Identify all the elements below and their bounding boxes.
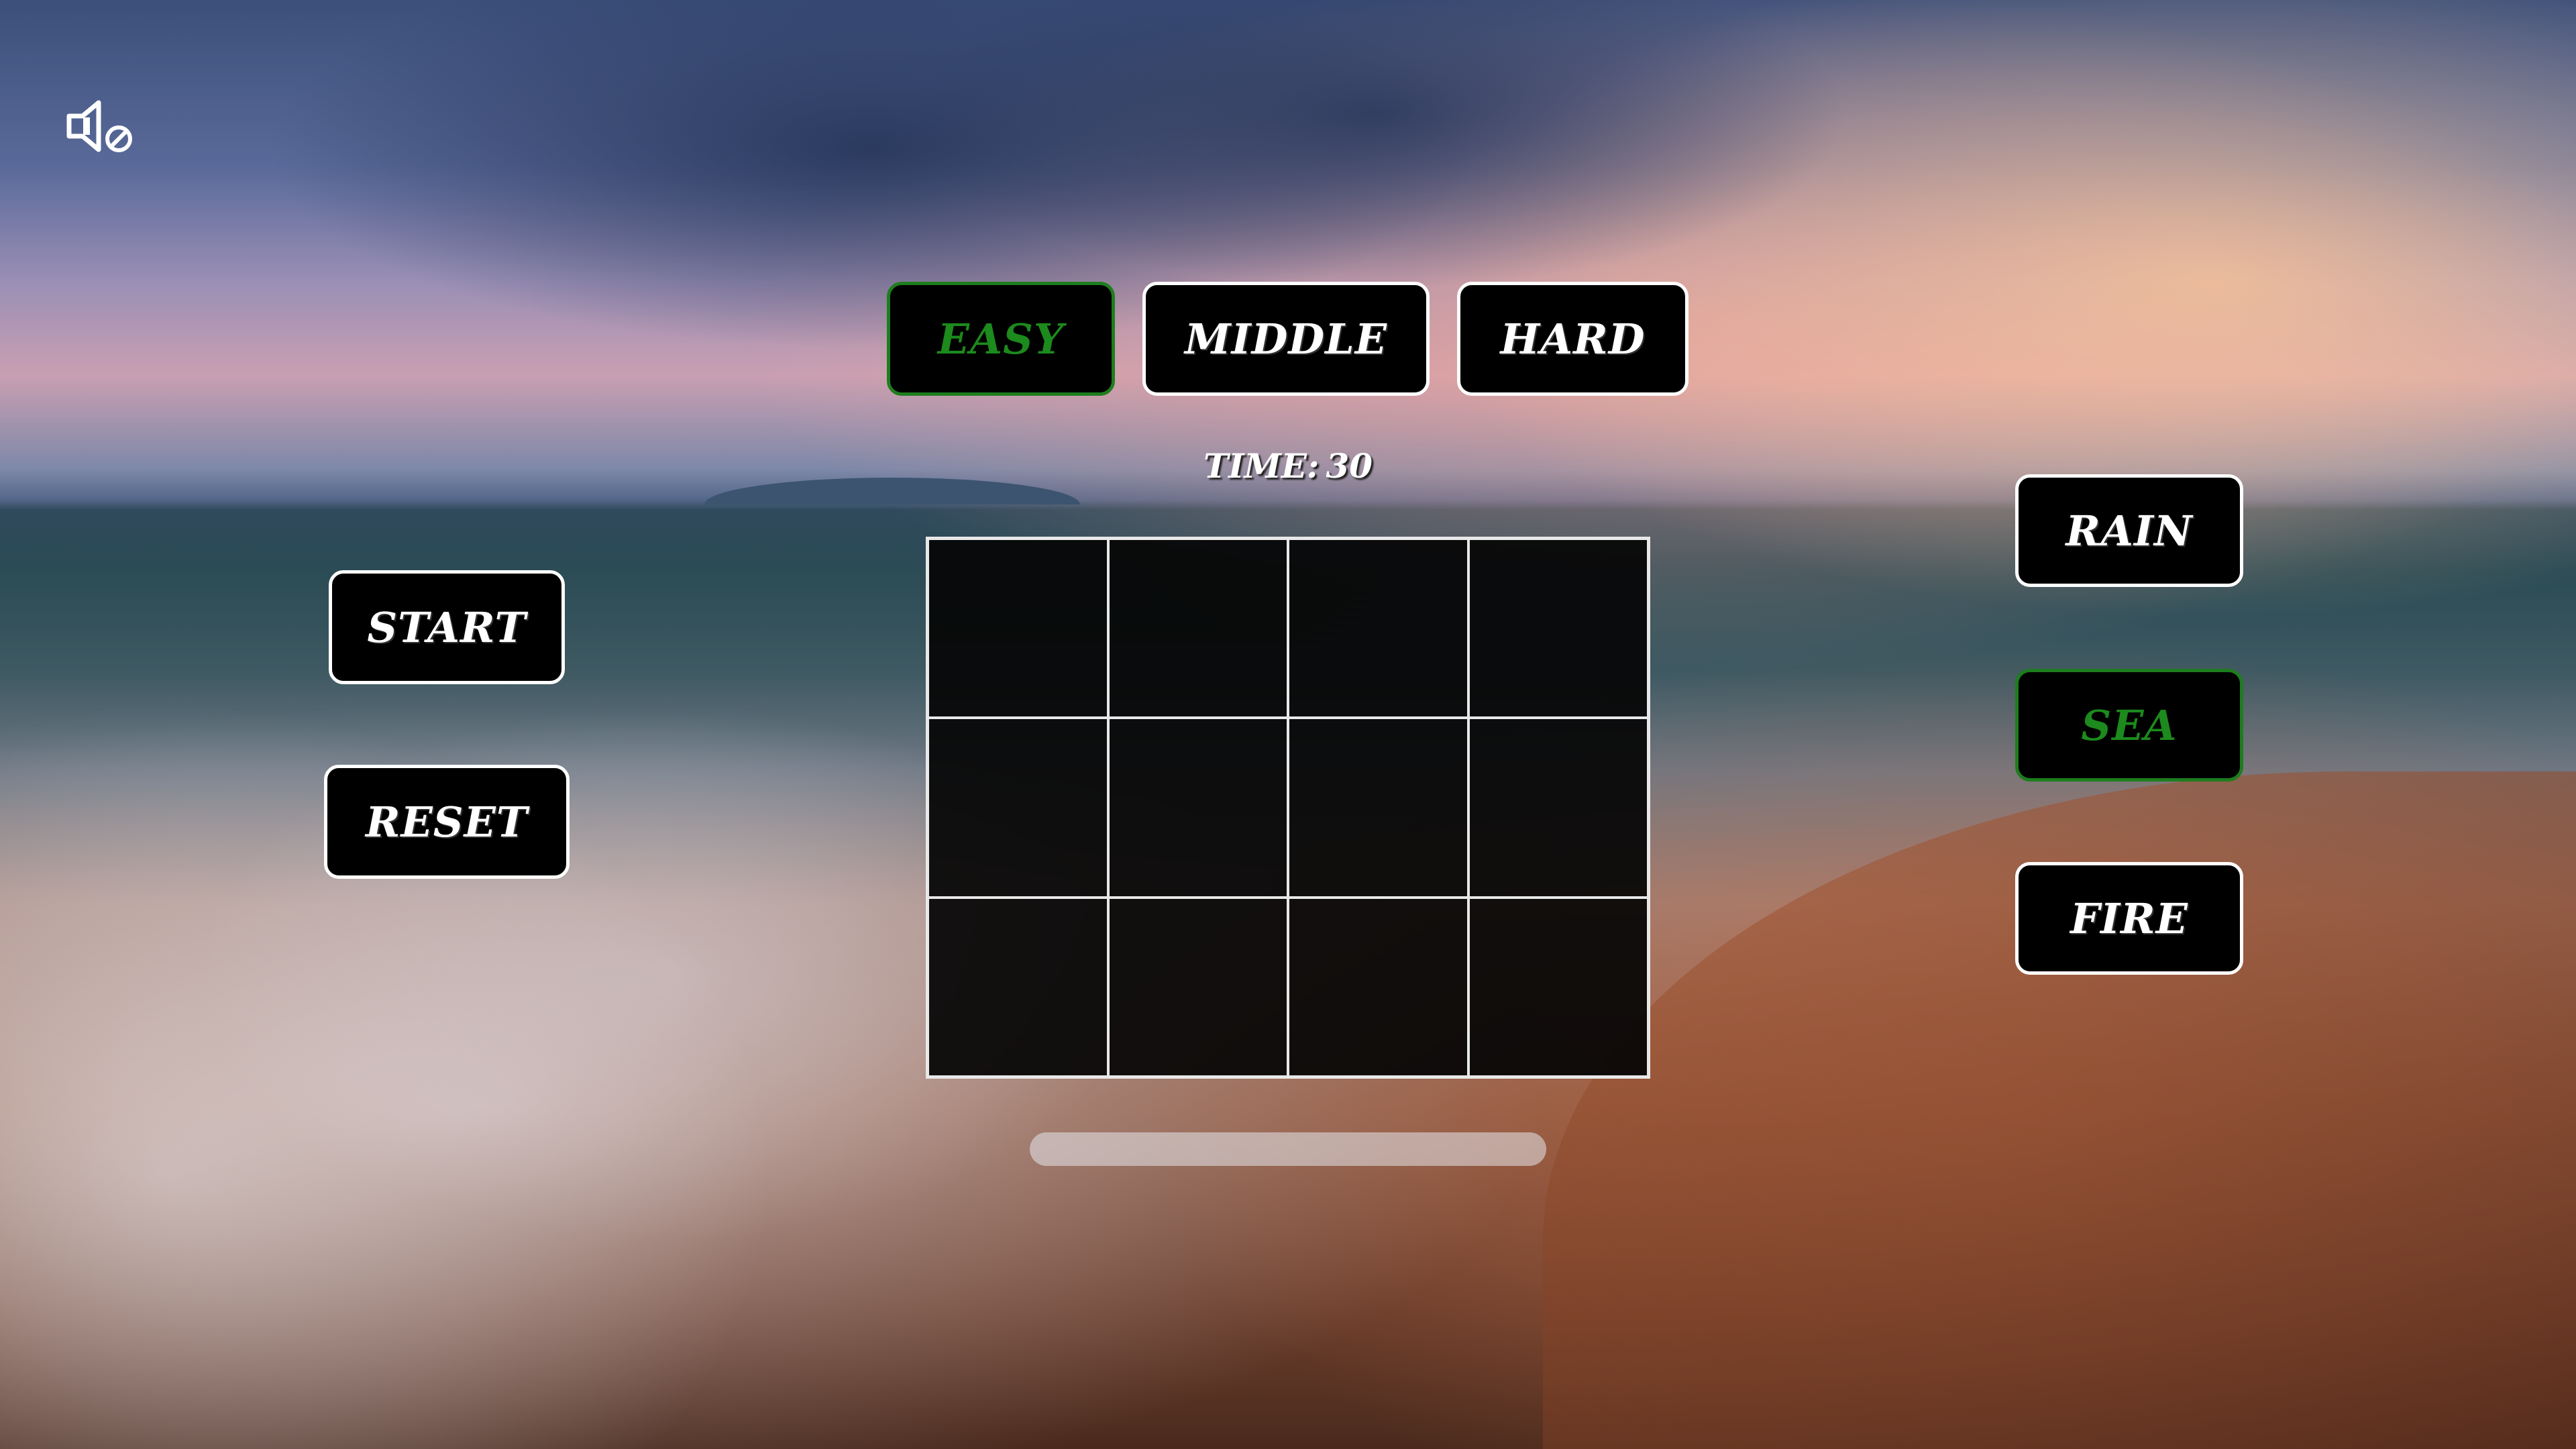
puzzle-tile[interactable] (928, 897, 1108, 1077)
timer-display: TIME: 30 (1154, 446, 1422, 486)
puzzle-tile[interactable] (1468, 539, 1648, 718)
start-button[interactable]: START (329, 570, 565, 684)
theme-fire-button[interactable]: FIRE (2015, 862, 2243, 975)
timer-label: TIME: (1203, 446, 1320, 486)
puzzle-tile[interactable] (1108, 539, 1288, 718)
puzzle-tile[interactable] (1288, 539, 1468, 718)
theme-rain-button[interactable]: RAIN (2015, 474, 2243, 587)
puzzle-tile[interactable] (1288, 718, 1468, 898)
puzzle-tile[interactable] (1108, 897, 1288, 1077)
difficulty-easy-button[interactable]: EASY (887, 282, 1115, 396)
puzzle-tile[interactable] (1468, 897, 1648, 1077)
puzzle-tile[interactable] (1288, 897, 1468, 1077)
progress-bar (1030, 1132, 1546, 1166)
difficulty-hard-button[interactable]: HARD (1457, 282, 1688, 396)
difficulty-middle-button[interactable]: MIDDLE (1142, 282, 1430, 396)
timer-value: 30 (1326, 446, 1373, 486)
sound-toggle-button[interactable] (64, 97, 138, 158)
background-island (704, 478, 1080, 504)
reset-button[interactable]: RESET (324, 765, 570, 879)
puzzle-tile[interactable] (1468, 718, 1648, 898)
puzzle-board (926, 537, 1650, 1079)
puzzle-tile[interactable] (928, 539, 1108, 718)
puzzle-tile[interactable] (1108, 718, 1288, 898)
speaker-muted-icon (66, 100, 132, 152)
puzzle-tile[interactable] (928, 718, 1108, 898)
theme-sea-button[interactable]: SEA (2015, 669, 2243, 782)
